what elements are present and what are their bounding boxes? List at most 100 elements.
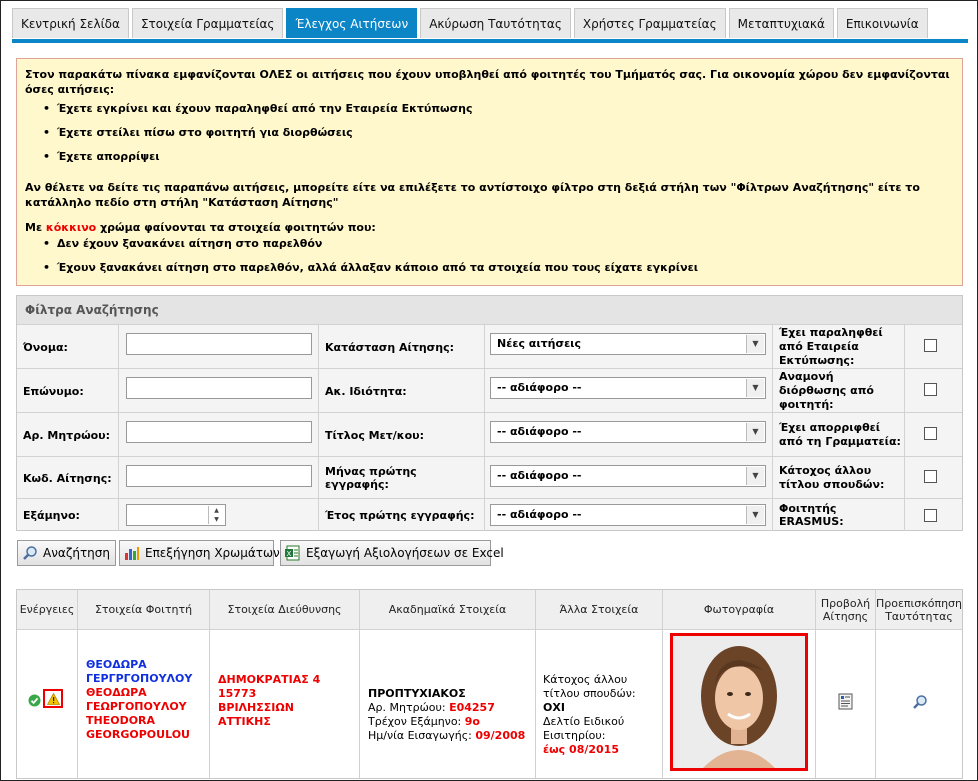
col-header-view-application: Προβολή Αίτησης bbox=[816, 590, 876, 630]
search-filters-panel: Φίλτρα Αναζήτησης Όνομα: Κατάσταση Αίτησ… bbox=[16, 295, 963, 531]
filter-row: Κωδ. Αίτησης: Μήνας πρώτης εγγραφής: -- … bbox=[17, 456, 962, 499]
spinner-arrows-icon[interactable]: ▲ ▼ bbox=[208, 506, 224, 524]
student-photo[interactable] bbox=[670, 633, 808, 771]
tab-postgraduate[interactable]: Μεταπτυχιακά bbox=[728, 8, 834, 38]
notice-bullet: Έχετε στείλει πίσω στο φοιτητή για διορθ… bbox=[43, 125, 954, 140]
address-line: 15773 bbox=[218, 687, 257, 700]
col-header-student: Στοιχεία Φοιτητή bbox=[78, 590, 210, 630]
other-info-cell: Κάτοχος άλλου τίτλου σπουδών: ΟΧΙ Δελτίο… bbox=[536, 630, 663, 778]
address-line: ΔΗΜΟΚΡΑΤΙΑΣ 4 bbox=[218, 673, 321, 686]
status-select-value: Νέες αιτήσεις bbox=[497, 337, 581, 350]
semester-stepper[interactable]: ▲ ▼ bbox=[126, 504, 226, 526]
search-button-label: Αναζήτηση bbox=[43, 546, 110, 560]
notice-bullet-list: Έχετε εγκρίνει και έχουν παραληφθεί από … bbox=[25, 101, 954, 164]
other-degree-value: ΟΧΙ bbox=[543, 701, 565, 714]
postgrad-title-select-value: -- αδιάφορο -- bbox=[497, 425, 582, 438]
registry-value: Ε04257 bbox=[449, 701, 495, 714]
rejected-checkbox[interactable] bbox=[924, 427, 937, 440]
student-name-new-line: GEORGOPOULOU bbox=[86, 728, 190, 741]
semester-label: Τρέχον Εξάμηνο: bbox=[368, 715, 465, 728]
student-name-new-line: ΘΕΟΔΩΡΑ bbox=[86, 686, 147, 699]
tab-contact[interactable]: Επικοινωνία bbox=[836, 8, 928, 38]
svg-text:X: X bbox=[287, 550, 292, 558]
export-excel-button[interactable]: X Εξαγωγή Αξιολογήσεων σε Excel bbox=[280, 540, 504, 566]
first-year-select[interactable]: -- αδιάφορο -- ▼ bbox=[490, 504, 766, 526]
postgrad-title-select[interactable]: -- αδιάφορο -- ▼ bbox=[490, 421, 766, 443]
filter-label-status: Κατάσταση Αίτησης: bbox=[319, 325, 485, 369]
first-year-select-value: -- αδιάφορο -- bbox=[497, 508, 582, 521]
surname-input[interactable] bbox=[126, 377, 312, 399]
search-button[interactable]: Αναζήτηση bbox=[17, 540, 116, 566]
name-input[interactable] bbox=[126, 333, 312, 355]
filter-cell bbox=[119, 369, 319, 413]
notice-red-word: κόκκινο bbox=[45, 221, 97, 234]
student-name-line: ΘΕΟΔΩΡΑ bbox=[86, 658, 147, 671]
color-legend-button[interactable]: Επεξήγηση Χρωμάτων bbox=[119, 540, 280, 566]
photo-cell bbox=[663, 630, 816, 778]
ticket-label: Δελτίο Ειδικού Εισιτηρίου: bbox=[543, 715, 625, 742]
filter-row: Όνομα: Κατάσταση Αίτησης: Νέες αιτήσεις ▼… bbox=[17, 324, 962, 369]
filter-cell bbox=[119, 325, 319, 369]
filter-row: Αρ. Μητρώου: Τίτλος Μετ/κου: -- αδιάφορο… bbox=[17, 412, 962, 457]
tab-secretariat-users[interactable]: Χρήστες Γραμματείας bbox=[573, 8, 726, 38]
tab-id-cancellation[interactable]: Ακύρωση Ταυτότητας bbox=[420, 8, 571, 38]
document-icon[interactable] bbox=[838, 693, 853, 714]
warning-icon[interactable] bbox=[43, 689, 63, 708]
student-name-new-line: ΓΕΩΡΓΟΠΟΥΛΟΥ bbox=[86, 700, 187, 713]
tab-home[interactable]: Κεντρική Σελίδα bbox=[12, 8, 129, 38]
notice-red-bullet: Δεν έχουν ξανακάνει αίτηση στο παρελθόν bbox=[43, 236, 954, 251]
notice-red-prefix: Με bbox=[25, 221, 46, 234]
tab-application-review[interactable]: Έλεγχος Αιτήσεων bbox=[286, 8, 418, 38]
col-header-actions: Ενέργειες bbox=[17, 590, 78, 630]
magnifier-icon bbox=[22, 545, 38, 561]
filter-label-application-code: Κωδ. Αίτησης: bbox=[17, 457, 119, 499]
ticket-value: έως 08/2015 bbox=[543, 743, 619, 756]
col-header-id-preview: Προεπισκόπηση Ταυτότητας bbox=[876, 590, 962, 630]
entry-date-label: Ημ/νία Εισαγωγής: bbox=[368, 729, 476, 742]
first-month-select[interactable]: -- αδιάφορο -- ▼ bbox=[490, 465, 766, 487]
erasmus-checkbox[interactable] bbox=[924, 509, 937, 522]
notice-red-suffix: χρώμα φαίνονται τα στοιχεία φοιτητών που… bbox=[96, 221, 376, 234]
col-header-address: Στοιχεία Διεύθυνσης bbox=[210, 590, 360, 630]
notice-red-intro: Με κόκκινο χρώμα φαίνονται τα στοιχεία φ… bbox=[25, 220, 954, 235]
filter-cell bbox=[119, 413, 319, 457]
registry-line: Αρ. Μητρώου: Ε04257 bbox=[368, 701, 535, 715]
results-table: Ενέργειες Στοιχεία Φοιτητή Στοιχεία Διεύ… bbox=[16, 589, 963, 779]
notice-bullet: Έχετε απορρίψει bbox=[43, 149, 954, 164]
approve-check-icon[interactable] bbox=[28, 694, 41, 711]
address-line: ΑΤΤΙΚΗΣ bbox=[218, 715, 271, 728]
filter-label-academic-status: Ακ. Ιδιότητα: bbox=[319, 369, 485, 413]
registry-label: Αρ. Μητρώου: bbox=[368, 701, 450, 714]
filter-label-postgrad-title: Τίτλος Μετ/κου: bbox=[319, 413, 485, 457]
entry-date-value: 09/2008 bbox=[475, 729, 526, 742]
filter-label-erasmus: Φοιτητής ERASMUS: bbox=[773, 499, 905, 531]
student-info-cell: ΘΕΟΔΩΡΑ ΓΕΡΓΡΓΟΠΟΥΛΟΥ ΘΕΟΔΩΡΑ ΓΕΩΡΓΟΠΟΥΛ… bbox=[78, 630, 210, 778]
chevron-down-icon: ▼ bbox=[746, 335, 764, 353]
student-name-new-line: THEODORA bbox=[86, 714, 156, 727]
tab-secretariat-info[interactable]: Στοιχεία Γραμματείας bbox=[131, 8, 284, 38]
chevron-down-icon: ▼ bbox=[746, 379, 764, 397]
tab-bar: Κεντρική Σελίδα Στοιχεία Γραμματείας Έλε… bbox=[12, 8, 931, 40]
filter-row: Εξάμηνο: ▲ ▼ Έτος πρώτης εγγραφής: -- αδι… bbox=[17, 498, 962, 531]
status-select[interactable]: Νέες αιτήσεις ▼ bbox=[490, 333, 766, 355]
registry-number-input[interactable] bbox=[126, 421, 312, 443]
notice-red-bullet: Έχουν ξανακάνει αίτηση στο παρελθόν, αλλ… bbox=[43, 260, 954, 275]
awaiting-correction-checkbox[interactable] bbox=[924, 383, 937, 396]
filter-cell bbox=[905, 413, 962, 457]
filter-cell bbox=[119, 457, 319, 499]
academic-status-select[interactable]: -- αδιάφορο -- ▼ bbox=[490, 377, 766, 399]
received-checkbox[interactable] bbox=[924, 339, 937, 352]
filter-cell bbox=[905, 499, 962, 531]
other-degree-checkbox[interactable] bbox=[924, 470, 937, 483]
application-code-input[interactable] bbox=[126, 465, 312, 487]
notice-red-bullet-list: Δεν έχουν ξανακάνει αίτηση στο παρελθόν … bbox=[25, 236, 954, 275]
view-application-cell bbox=[816, 630, 876, 778]
table-row-actions bbox=[17, 630, 78, 778]
chevron-down-icon: ▼ bbox=[746, 467, 764, 485]
export-excel-button-label: Εξαγωγή Αξιολογήσεων σε Excel bbox=[306, 546, 504, 560]
first-month-select-value: -- αδιάφορο -- bbox=[497, 469, 582, 482]
filter-cell: -- αδιάφορο -- ▼ bbox=[485, 413, 773, 457]
magnifier-icon[interactable] bbox=[912, 694, 928, 714]
entry-date-line: Ημ/νία Εισαγωγής: 09/2008 bbox=[368, 729, 535, 743]
filter-cell: -- αδιάφορο -- ▼ bbox=[485, 457, 773, 499]
